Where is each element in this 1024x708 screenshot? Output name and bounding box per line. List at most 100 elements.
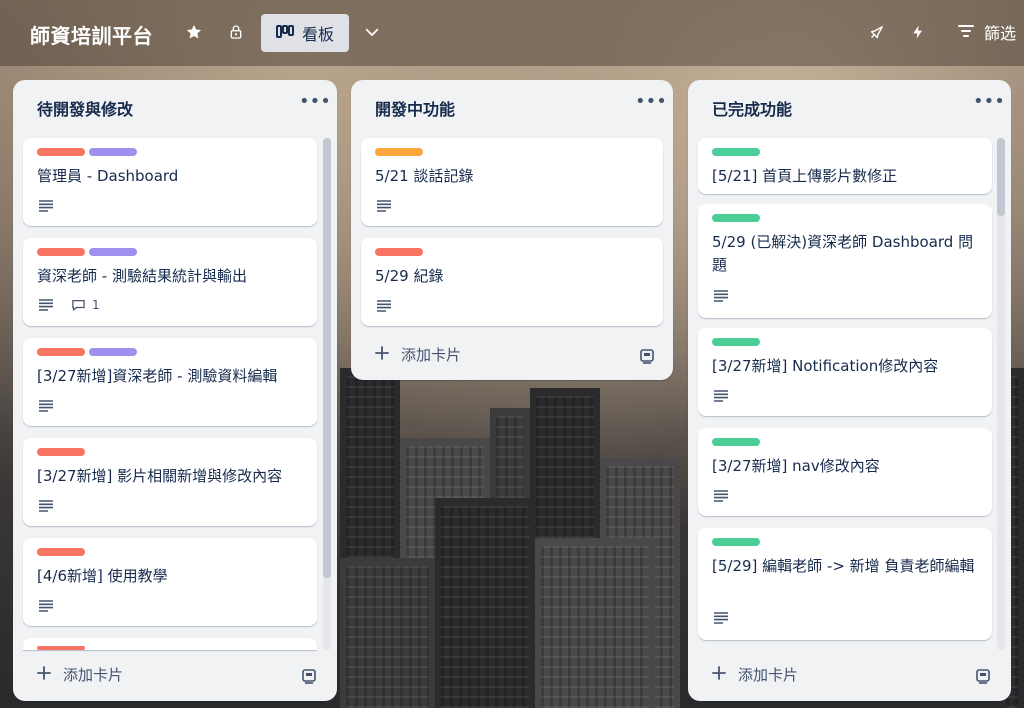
card-title: [3/27新增] nav修改內容	[712, 457, 880, 475]
label-green[interactable]	[712, 148, 760, 156]
card-title: 5/29 (已解決)資深老師 Dashboard 問題	[712, 233, 974, 274]
lock-icon[interactable]	[226, 22, 246, 42]
card-template-icon[interactable]	[975, 668, 991, 684]
add-card-button[interactable]: 添加卡片	[712, 664, 798, 685]
rocket-icon[interactable]	[866, 22, 886, 42]
card[interactable]	[23, 638, 317, 650]
card-title: [5/21] 首頁上傳影片數修正	[712, 167, 898, 185]
comment-badge: 1	[71, 298, 100, 312]
board-view-button[interactable]: 看板	[261, 14, 349, 52]
card-title: [5/29] 編輯老師 -> 新增 負責老師編輯	[712, 557, 975, 575]
label-purple[interactable]	[89, 148, 137, 156]
comment-count: 1	[92, 298, 100, 312]
list-scrollbar[interactable]	[323, 138, 331, 650]
list-menu-icon[interactable]: •••	[635, 92, 667, 116]
card[interactable]: [3/27新增] 影片相關新增與修改內容	[23, 438, 317, 526]
label-green[interactable]	[712, 214, 760, 222]
card[interactable]: [5/29] 編輯老師 -> 新增 負責老師編輯	[698, 528, 992, 640]
star-icon[interactable]	[184, 22, 204, 42]
card-labels	[712, 338, 760, 346]
description-icon	[714, 290, 728, 302]
card-labels	[712, 148, 760, 156]
label-red[interactable]	[37, 148, 85, 156]
card-title: [4/6新增] 使用教學	[37, 567, 168, 585]
add-card-button[interactable]: 添加卡片	[375, 344, 461, 365]
card[interactable]: 管理員 - Dashboard	[23, 138, 317, 226]
description-icon	[714, 490, 728, 502]
card[interactable]: [4/6新增] 使用教學	[23, 538, 317, 626]
plus-icon	[375, 345, 389, 364]
card-title: [3/27新增] Notification修改內容	[712, 357, 939, 375]
card-labels	[375, 148, 423, 156]
card-title: 管理員 - Dashboard	[37, 167, 179, 185]
card-labels	[37, 646, 85, 650]
add-card-label: 添加卡片	[63, 666, 124, 684]
list-menu-icon[interactable]: •••	[299, 92, 331, 116]
filter-button[interactable]: 篩选	[958, 20, 1016, 44]
filter-label: 篩选	[984, 24, 1017, 43]
description-icon	[39, 299, 53, 311]
label-green[interactable]	[712, 438, 760, 446]
scrollbar-thumb[interactable]	[323, 138, 331, 578]
card-labels	[712, 538, 760, 546]
filter-icon	[958, 23, 974, 42]
card-title: 資深老師 - 測驗結果統計與輸出	[37, 267, 247, 285]
add-card-button[interactable]: 添加卡片	[37, 664, 123, 685]
plus-icon	[37, 665, 51, 684]
label-red[interactable]	[37, 646, 85, 650]
label-green[interactable]	[712, 538, 760, 546]
description-icon	[39, 600, 53, 612]
comment-icon	[72, 300, 85, 311]
list-done: 已完成功能 ••• [5/21] 首頁上傳影片數修正 5/29 (已解決)資深老…	[688, 80, 1011, 701]
card-labels	[37, 548, 85, 556]
chevron-down-icon[interactable]	[362, 22, 382, 42]
card-title: 5/21 談話記錄	[375, 167, 474, 185]
list-todo: 待開發與修改 ••• 管理員 - Dashboard 資深老師 - 測驗結果統計…	[13, 80, 337, 701]
description-icon	[39, 400, 53, 412]
label-red[interactable]	[37, 448, 85, 456]
board-view-icon	[275, 24, 294, 43]
description-icon	[714, 612, 728, 624]
label-red[interactable]	[37, 548, 85, 556]
label-green[interactable]	[712, 338, 760, 346]
label-red[interactable]	[37, 348, 85, 356]
bolt-icon[interactable]	[908, 22, 928, 42]
board-header: 師資培訓平台 看板 篩选	[0, 0, 1024, 66]
list-title[interactable]: 待開發與修改	[37, 96, 133, 120]
list-title[interactable]: 開發中功能	[375, 96, 455, 120]
add-card-label: 添加卡片	[401, 346, 462, 364]
card-title: [3/27新增]資深老師 - 測驗資料編輯	[37, 367, 278, 385]
label-purple[interactable]	[89, 348, 137, 356]
list-menu-icon[interactable]: •••	[973, 92, 1005, 116]
card[interactable]: [5/21] 首頁上傳影片數修正	[698, 138, 992, 194]
label-red[interactable]	[375, 248, 423, 256]
description-icon	[39, 500, 53, 512]
description-icon	[714, 390, 728, 402]
board-view-label: 看板	[301, 25, 334, 44]
list-in-progress: 開發中功能 ••• 5/21 談話記錄 5/29 紀錄 添加卡片	[351, 80, 673, 380]
label-orange[interactable]	[375, 148, 423, 156]
card[interactable]: 5/29 紀錄	[361, 238, 663, 326]
card[interactable]: [3/27新增] Notification修改內容	[698, 328, 992, 416]
card[interactable]: 5/21 談話記錄	[361, 138, 663, 226]
plus-icon	[712, 665, 726, 684]
card-labels	[712, 214, 760, 222]
card-title: [3/27新增] 影片相關新增與修改內容	[37, 467, 283, 485]
label-red[interactable]	[37, 248, 85, 256]
card[interactable]: 5/29 (已解決)資深老師 Dashboard 問題	[698, 204, 992, 318]
card-template-icon[interactable]	[301, 668, 317, 684]
card-labels	[375, 248, 423, 256]
card-labels	[37, 448, 85, 456]
card[interactable]: 資深老師 - 測驗結果統計與輸出 1	[23, 238, 317, 326]
scrollbar-thumb[interactable]	[997, 138, 1005, 216]
card-title: 5/29 紀錄	[375, 267, 444, 285]
label-purple[interactable]	[89, 248, 137, 256]
list-scrollbar[interactable]	[997, 138, 1005, 650]
description-icon	[377, 200, 391, 212]
card-template-icon[interactable]	[639, 348, 655, 364]
card-labels	[712, 438, 760, 446]
board-title[interactable]: 師資培訓平台	[30, 20, 153, 49]
card[interactable]: [3/27新增] nav修改內容	[698, 428, 992, 516]
list-title[interactable]: 已完成功能	[712, 96, 792, 120]
card[interactable]: [3/27新增]資深老師 - 測驗資料編輯	[23, 338, 317, 426]
